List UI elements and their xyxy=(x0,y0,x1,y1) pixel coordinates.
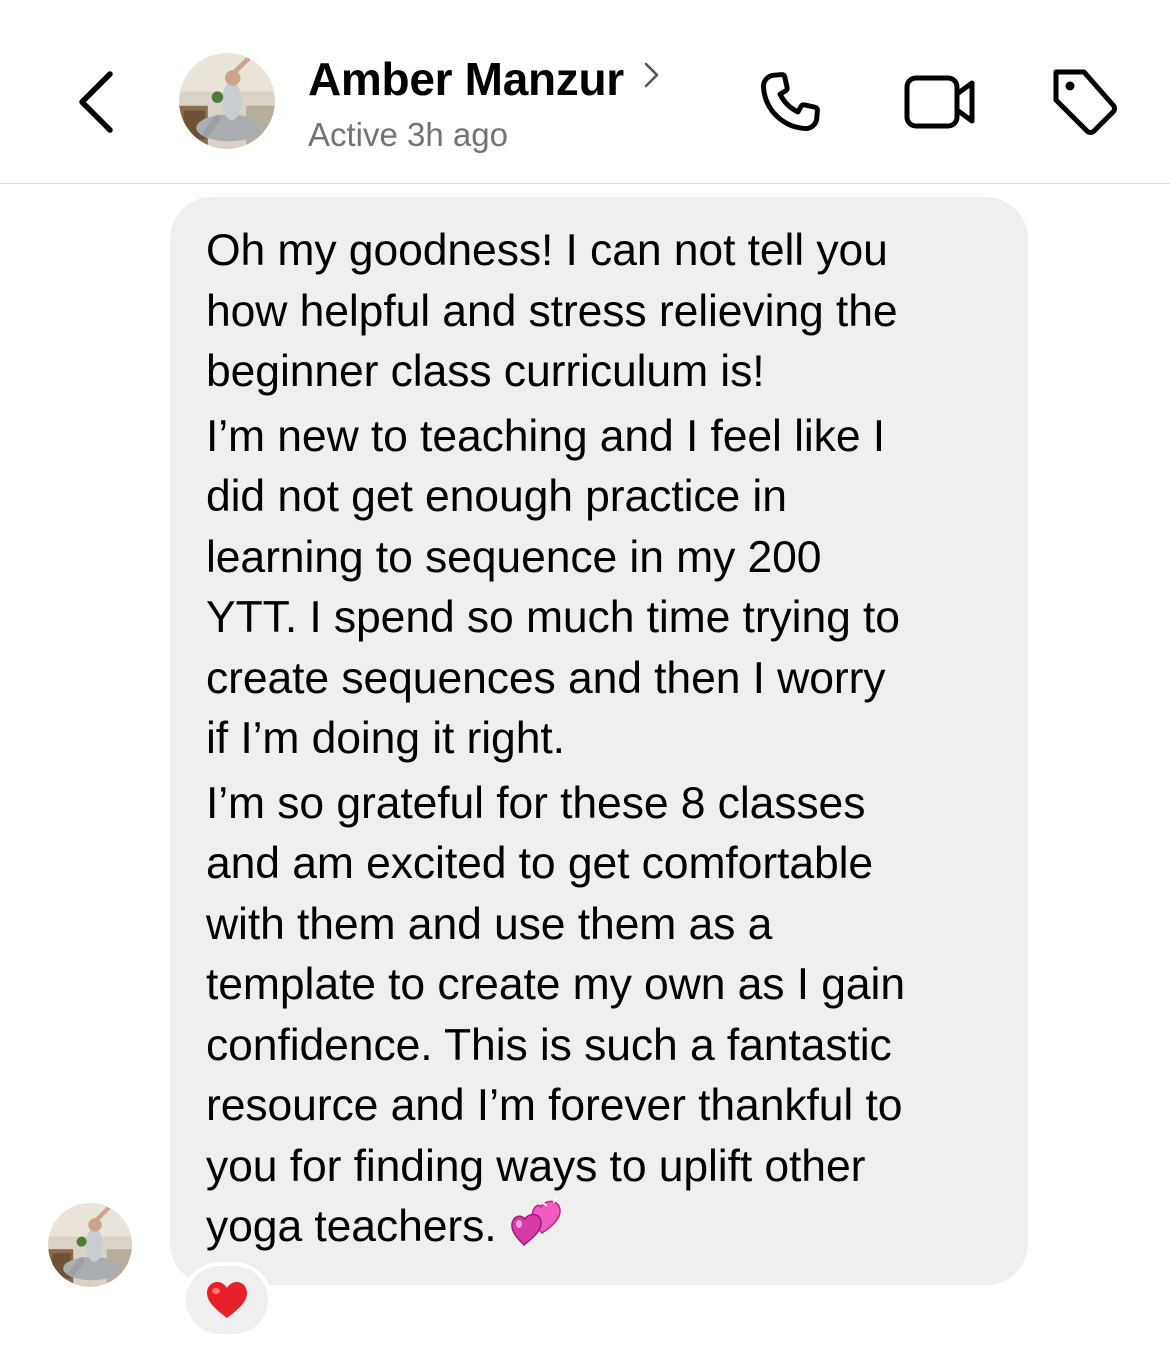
message-bubble[interactable]: Oh my goodness! I can not tell you how h… xyxy=(170,197,1028,1285)
active-status: Active 3h ago xyxy=(308,116,508,153)
chevron-right-icon xyxy=(644,62,659,88)
message-paragraph: I’m new to teaching and I feel like I di… xyxy=(206,411,900,764)
message-paragraph: I’m so grateful for these 8 classes and … xyxy=(206,774,998,1258)
chevron-left-icon xyxy=(79,71,113,133)
back-button[interactable] xyxy=(64,62,128,142)
video-camera-icon xyxy=(904,75,975,129)
contact-avatar[interactable] xyxy=(179,53,275,149)
contact-name: Amber Manzur xyxy=(308,53,624,105)
heart-reaction[interactable] xyxy=(182,1262,272,1338)
tag-icon xyxy=(1053,69,1117,135)
message-paragraph-text: I’m so grateful for these 8 classes and … xyxy=(206,778,905,1252)
call-button[interactable] xyxy=(748,62,832,142)
message-paragraph: Oh my goodness! I can not tell you how h… xyxy=(206,226,898,396)
video-call-button[interactable] xyxy=(895,62,985,142)
sender-avatar[interactable] xyxy=(48,1203,132,1287)
contact-info[interactable]: Amber Manzur Active 3h ago xyxy=(308,50,662,154)
tag-button[interactable] xyxy=(1042,60,1126,144)
conversation-header: Amber Manzur Active 3h ago xyxy=(0,0,1170,184)
red-heart-icon xyxy=(207,1282,247,1318)
phone-icon xyxy=(760,72,820,132)
two-hearts-icon xyxy=(510,1198,561,1247)
